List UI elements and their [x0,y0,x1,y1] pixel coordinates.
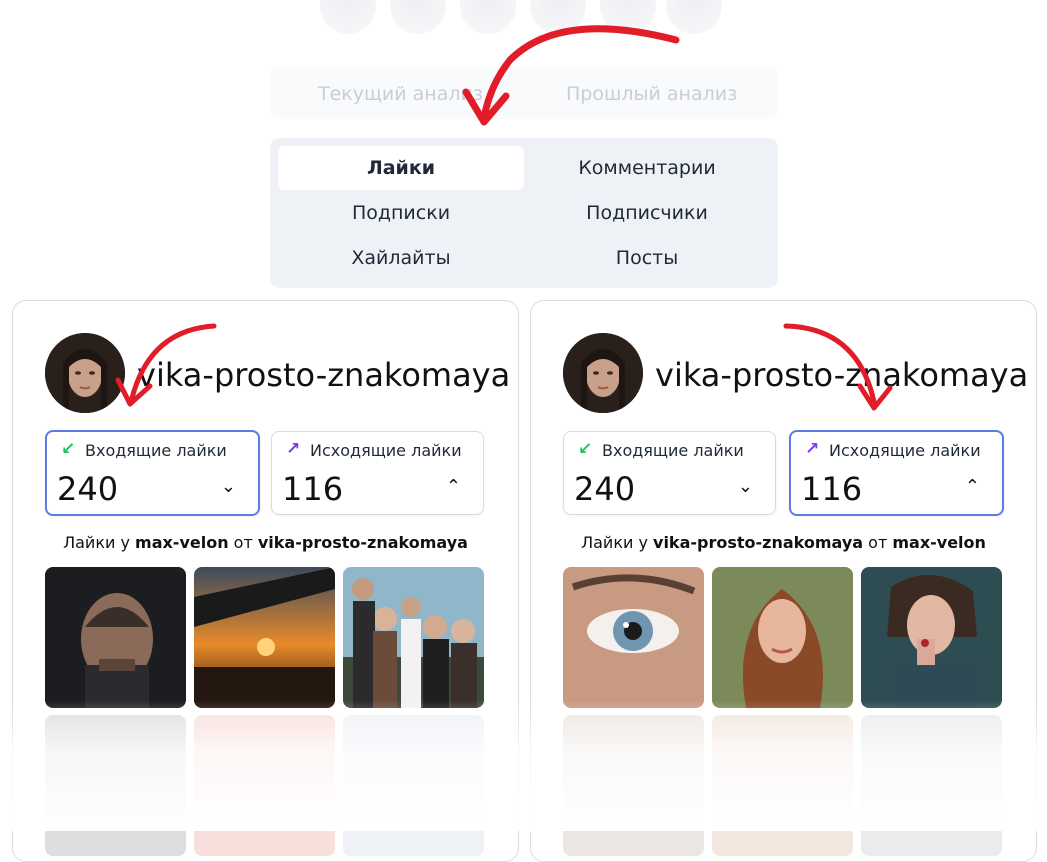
tab-following[interactable]: Подписки [278,191,524,235]
tab-comments[interactable]: Комментарии [524,146,770,190]
category-tabs: Лайки Комментарии Подписки Подписчики Ха… [270,138,778,288]
tab-likes[interactable]: Лайки [278,146,524,190]
caption-text: Лайки у [581,533,654,552]
photo-thumbnail-faded [563,715,704,856]
tab-highlights[interactable]: Хайлайты [278,236,524,280]
photo-thumbnail-faded [712,715,853,856]
arrow-down-left-icon: ↙ [61,439,76,459]
stat-label: Входящие лайки [85,441,227,460]
tab-past-analysis[interactable]: Прошлый анализ [566,83,737,105]
likes-caption: Лайки у vika-prosto-znakomaya от max-vel… [531,533,1036,552]
photo-thumbnail-faded [861,715,1002,856]
incoming-likes-stat[interactable]: ↙ Входящие лайки 240 ⌄ [45,430,260,516]
caption-user[interactable]: max-velon [135,533,229,552]
caption-text: от [863,533,893,552]
story-avatars-row [320,0,740,34]
caption-user[interactable]: vika-prosto-znakomaya [653,533,863,552]
story-avatar[interactable] [666,0,722,34]
outgoing-likes-stat[interactable]: ↗ Исходящие лайки 116 ⌃ [271,431,484,515]
avatar[interactable] [563,333,643,413]
profile-card-right: vika-prosto-znakomaya ↙ Входящие лайки 2… [530,300,1037,862]
photo-thumbnail-faded [343,715,484,856]
username: vika-prosto-znakomaya [137,356,511,394]
incoming-likes-stat[interactable]: ↙ Входящие лайки 240 ⌄ [563,431,776,515]
photo-thumbnail[interactable] [712,567,853,708]
arrow-up-right-icon: ↗ [805,439,820,459]
tab-followers[interactable]: Подписчики [524,191,770,235]
photo-thumbnail-faded [45,715,186,856]
stat-value: 116 [801,470,863,508]
photo-thumbnail-faded [194,715,335,856]
stat-value: 240 [57,470,119,508]
caption-text: от [228,533,258,552]
analysis-switch: Текущий анализ Прошлый анализ [270,67,778,119]
stat-label: Входящие лайки [602,441,744,460]
photo-thumbnail[interactable] [45,567,186,708]
photo-thumbnail[interactable] [343,567,484,708]
story-avatar[interactable] [600,0,656,34]
chevron-up-icon: ⌃ [964,476,980,497]
caption-user[interactable]: vika-prosto-znakomaya [258,533,468,552]
stat-label: Исходящие лайки [310,441,462,460]
story-avatar[interactable] [460,0,516,34]
story-avatar[interactable] [530,0,586,34]
chevron-down-icon: ⌄ [220,476,236,497]
photo-thumbnail[interactable] [861,567,1002,708]
likes-caption: Лайки у max-velon от vika-prosto-znakoma… [13,533,518,552]
arrow-up-right-icon: ↗ [286,439,301,459]
stat-value: 116 [282,470,344,508]
outgoing-likes-stat[interactable]: ↗ Исходящие лайки 116 ⌃ [789,430,1004,516]
stat-value: 240 [574,470,636,508]
caption-text: Лайки у [63,533,136,552]
avatar[interactable] [45,333,125,413]
profile-card-left: vika-prosto-znakomaya ↙ Входящие лайки 2… [12,300,519,862]
tab-posts[interactable]: Посты [524,236,770,280]
username: vika-prosto-znakomaya [655,356,1029,394]
chevron-down-icon: ⌄ [737,476,753,497]
caption-user[interactable]: max-velon [892,533,986,552]
story-avatar[interactable] [390,0,446,34]
photo-thumbnail[interactable] [194,567,335,708]
stat-label: Исходящие лайки [829,441,981,460]
story-avatar[interactable] [320,0,376,34]
chevron-up-icon: ⌃ [445,476,461,497]
tab-current-analysis[interactable]: Текущий анализ [318,83,483,105]
arrow-down-left-icon: ↙ [578,439,593,459]
photo-thumbnail[interactable] [563,567,704,708]
